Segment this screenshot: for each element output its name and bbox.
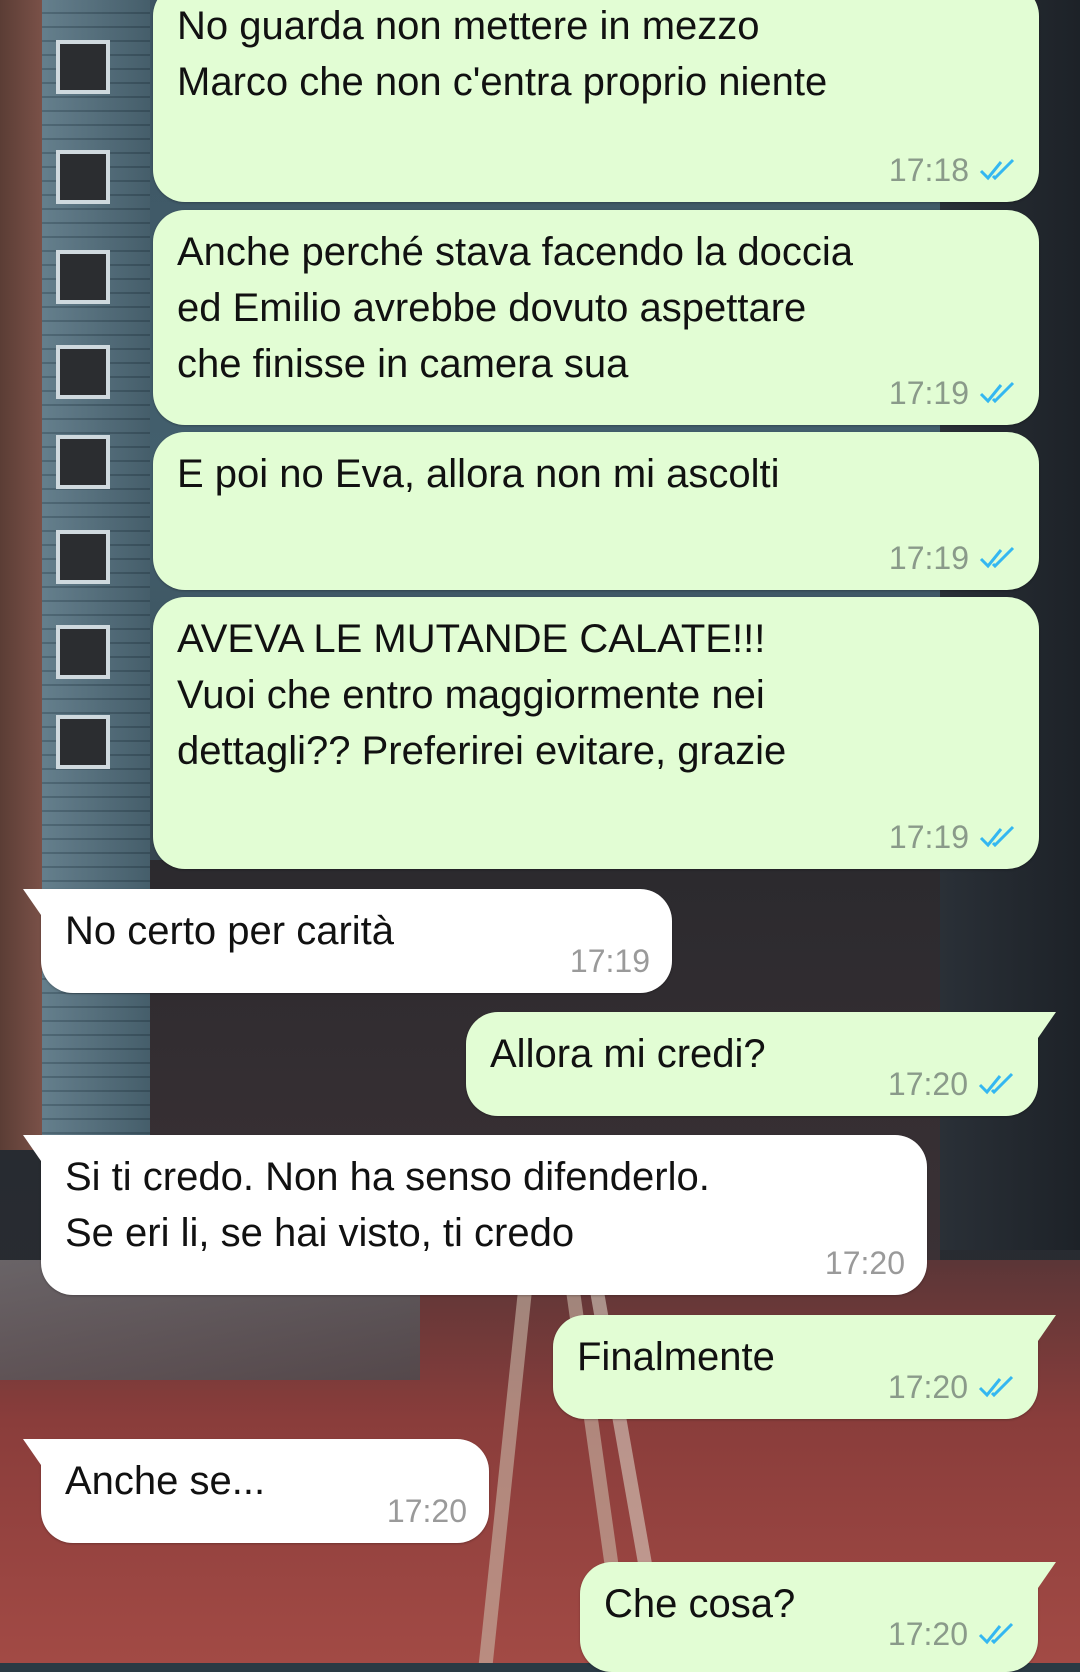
message-text: No guarda non mettere in mezzo Marco che…	[177, 4, 828, 104]
message-meta: 17:20	[888, 1367, 1016, 1407]
message-text: No certo per carità	[65, 909, 395, 953]
message-meta: 17:19	[889, 373, 1017, 413]
double-check-read-icon	[978, 1072, 1016, 1096]
message-bubble-incoming[interactable]: Si ti credo. Non ha senso difenderlo. Se…	[23, 1135, 927, 1295]
double-check-read-icon	[978, 1375, 1016, 1399]
message-meta: 17:20	[825, 1243, 905, 1283]
message-meta: 17:18	[889, 150, 1017, 190]
double-check-read-icon	[978, 1622, 1016, 1646]
message-meta: 17:19	[889, 817, 1017, 857]
message-time: 17:18	[888, 152, 969, 188]
message-time: 17:20	[824, 1245, 905, 1281]
message-meta: 17:19	[570, 941, 650, 981]
message-time: 17:19	[888, 375, 969, 411]
message-bubble-outgoing[interactable]: Finalmente 17:20	[553, 1315, 1056, 1419]
double-check-read-icon	[979, 825, 1017, 849]
message-meta: 17:20	[387, 1491, 467, 1531]
message-meta: 17:19	[889, 538, 1017, 578]
message-time: 17:19	[569, 943, 650, 979]
message-meta: 17:20	[888, 1614, 1016, 1654]
message-time: 17:20	[887, 1369, 968, 1405]
message-bubble-incoming[interactable]: Anche se... 17:20	[23, 1439, 489, 1543]
message-text: Si ti credo. Non ha senso difenderlo. Se…	[65, 1155, 710, 1255]
message-text: Anche perché stava facendo la doccia ed …	[177, 230, 853, 386]
double-check-read-icon	[979, 158, 1017, 182]
message-time: 17:19	[888, 819, 969, 855]
message-text: AVEVA LE MUTANDE CALATE!!! Vuoi che entr…	[177, 617, 787, 773]
message-bubble-outgoing[interactable]: No guarda non mettere in mezzo Marco che…	[153, 0, 1039, 202]
message-time: 17:20	[386, 1493, 467, 1529]
double-check-read-icon	[979, 546, 1017, 570]
message-bubble-incoming[interactable]: No certo per carità 17:19	[23, 889, 672, 993]
double-check-read-icon	[979, 381, 1017, 405]
message-bubble-outgoing[interactable]: Anche perché stava facendo la doccia ed …	[153, 210, 1039, 425]
message-list[interactable]: No guarda non mettere in mezzo Marco che…	[0, 0, 1080, 1672]
message-time: 17:20	[887, 1066, 968, 1102]
message-bubble-outgoing[interactable]: Allora mi credi? 17:20	[466, 1012, 1056, 1116]
message-time: 17:20	[887, 1616, 968, 1652]
message-bubble-outgoing[interactable]: Che cosa? 17:20	[580, 1562, 1056, 1672]
message-bubble-outgoing[interactable]: AVEVA LE MUTANDE CALATE!!! Vuoi che entr…	[153, 597, 1039, 869]
message-text: E poi no Eva, allora non mi ascolti	[177, 452, 780, 496]
message-time: 17:19	[888, 540, 969, 576]
message-meta: 17:20	[888, 1064, 1016, 1104]
message-bubble-outgoing[interactable]: E poi no Eva, allora non mi ascolti 17:1…	[153, 432, 1039, 590]
